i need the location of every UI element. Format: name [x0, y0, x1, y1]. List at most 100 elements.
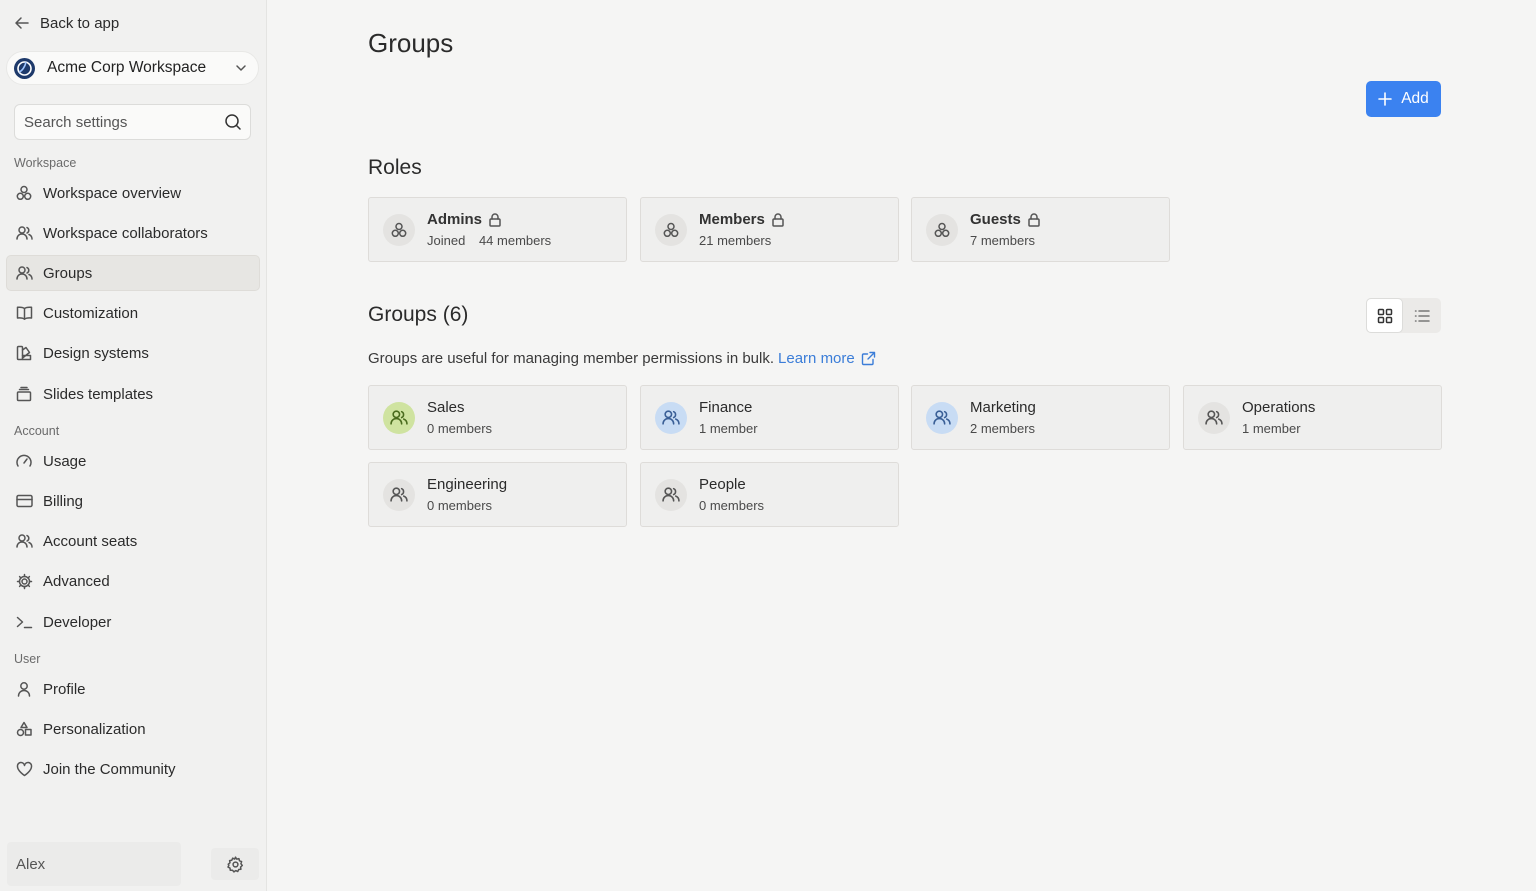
group-avatar — [1198, 401, 1230, 434]
role-avatar — [383, 213, 415, 246]
sidebar-item-profile[interactable]: Profile — [6, 671, 260, 707]
current-user[interactable]: Alex — [7, 842, 181, 886]
grid-view-button[interactable] — [1366, 298, 1403, 333]
sidebar-item-advanced[interactable]: Advanced — [6, 563, 260, 599]
sidebar-item-workspace-collaborators[interactable]: Workspace collaborators — [6, 215, 260, 251]
lock-icon — [489, 212, 501, 227]
sidebar-item-label: Customization — [43, 304, 139, 322]
sidebar-item-label: Workspace collaborators — [43, 224, 208, 242]
settings-sidebar: Back to app Acme Corp Workspace Workspac… — [0, 0, 267, 891]
role-card-members[interactable]: Members 21 members — [640, 197, 899, 262]
group-card-sales[interactable]: Sales 0 members — [368, 385, 627, 450]
sidebar-item-join-community[interactable]: Join the Community — [6, 751, 260, 787]
group-name: Engineering — [427, 476, 508, 493]
group-name: Finance — [699, 399, 753, 416]
role-name: Admins — [427, 211, 483, 228]
palette-icon — [15, 344, 33, 362]
users-icon — [15, 224, 33, 242]
chevron-down-icon — [234, 61, 248, 75]
groups-description: Groups are useful for managing member pe… — [368, 350, 876, 367]
group-name: Sales — [427, 399, 465, 416]
group-avatar — [655, 401, 687, 434]
workspace-logo-icon — [14, 57, 35, 79]
sidebar-item-label: Account seats — [43, 532, 138, 550]
role-name: Members — [699, 211, 765, 228]
group-member-count: 2 members — [970, 421, 1036, 436]
sidebar-item-label: Profile — [43, 680, 86, 698]
sidebar-item-developer[interactable]: Developer — [6, 604, 260, 640]
role-avatar — [655, 213, 687, 246]
role-card-admins[interactable]: Admins Joined 44 members — [368, 197, 627, 262]
list-icon — [1414, 309, 1430, 323]
group-name: People — [699, 476, 746, 493]
users-icon — [933, 409, 951, 426]
users-icon — [390, 486, 408, 503]
joined-badge: Joined — [427, 233, 466, 248]
sidebar-item-groups[interactable]: Groups — [6, 255, 260, 291]
role-card-guests[interactable]: Guests 7 members — [911, 197, 1170, 262]
sidebar-item-label: Advanced — [43, 572, 110, 590]
group-card-people[interactable]: People 0 members — [640, 462, 899, 527]
groups-description-text: Groups are useful for managing member pe… — [368, 350, 775, 367]
shapes-icon — [391, 222, 407, 238]
workspace-switcher[interactable]: Acme Corp Workspace — [6, 51, 259, 85]
group-member-count: 1 member — [1242, 421, 1301, 436]
sidebar-item-slides-templates[interactable]: Slides templates — [6, 376, 260, 412]
sidebar-item-design-systems[interactable]: Design systems — [6, 335, 260, 371]
terminal-icon — [15, 613, 33, 631]
settings-search — [14, 104, 251, 140]
gauge-icon — [15, 452, 33, 470]
search-icon[interactable] — [224, 113, 242, 131]
arrow-left-icon — [14, 15, 30, 31]
workspace-name: Acme Corp Workspace — [47, 59, 207, 76]
section-label-account: Account — [14, 424, 60, 438]
group-card-operations[interactable]: Operations 1 member — [1183, 385, 1442, 450]
users-icon — [662, 486, 680, 503]
back-to-app-link[interactable]: Back to app — [14, 12, 119, 34]
section-label-user: User — [14, 652, 41, 666]
group-avatar — [383, 478, 415, 511]
group-avatar — [383, 401, 415, 434]
sidebar-item-label: Join the Community — [43, 760, 176, 778]
page-title: Groups — [368, 28, 454, 58]
user-settings-button[interactable] — [211, 848, 259, 880]
lock-icon — [1028, 212, 1040, 227]
sidebar-item-personalization[interactable]: Personalization — [6, 711, 260, 747]
users-icon — [15, 264, 33, 282]
users-icon — [390, 409, 408, 426]
roles-heading: Roles — [368, 156, 422, 179]
sidebar-item-workspace-overview[interactable]: Workspace overview — [6, 175, 260, 211]
sidebar-item-label: Usage — [43, 452, 87, 470]
gear-icon — [226, 855, 244, 873]
cog-icon — [15, 572, 33, 590]
group-card-engineering[interactable]: Engineering 0 members — [368, 462, 627, 527]
group-avatar — [926, 401, 958, 434]
credit-card-icon — [15, 492, 33, 510]
role-member-count: 44 members — [478, 233, 552, 248]
user-icon — [15, 680, 33, 698]
user-name: Alex — [16, 855, 46, 873]
sidebar-item-account-seats[interactable]: Account seats — [6, 523, 260, 559]
group-card-finance[interactable]: Finance 1 member — [640, 385, 899, 450]
list-view-button[interactable] — [1403, 298, 1440, 333]
lock-icon — [772, 212, 784, 227]
add-button-label: Add — [1401, 90, 1429, 107]
learn-more-link[interactable]: Learn more — [778, 350, 876, 367]
sidebar-item-usage[interactable]: Usage — [6, 443, 260, 479]
search-settings-input[interactable] — [24, 113, 224, 131]
sidebar-item-customization[interactable]: Customization — [6, 295, 260, 331]
group-card-marketing[interactable]: Marketing 2 members — [911, 385, 1170, 450]
section-label-workspace: Workspace — [14, 156, 77, 170]
shapes-icon — [15, 184, 33, 202]
sidebar-item-billing[interactable]: Billing — [6, 483, 260, 519]
group-avatar — [655, 478, 687, 511]
shapes-icon — [15, 720, 33, 738]
group-member-count: 1 member — [699, 421, 758, 436]
group-member-count: 0 members — [427, 498, 493, 513]
external-link-icon — [861, 351, 876, 366]
add-button[interactable]: Add — [1366, 81, 1441, 117]
group-member-count: 0 members — [427, 421, 493, 436]
sidebar-item-label: Developer — [43, 613, 112, 631]
sidebar-item-label: Slides templates — [43, 385, 154, 403]
sidebar-item-label: Personalization — [43, 720, 146, 738]
